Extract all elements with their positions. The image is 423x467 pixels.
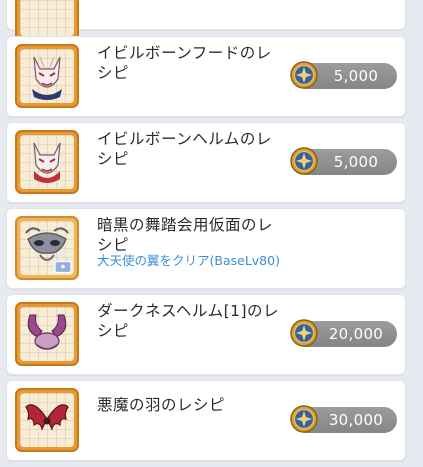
fox-mask-hood-icon [15, 44, 79, 108]
devil-wings-icon [15, 388, 79, 452]
zeny-coin-icon [290, 147, 318, 175]
recipe-card[interactable]: ダークネスヘルム[1]のレシピ 20,000 [6, 294, 406, 375]
price-badge: 30,000 [290, 405, 397, 433]
recipe-name: イビルボーンフードのレシピ [97, 44, 272, 82]
masquerade-mask-icon [15, 216, 79, 280]
zeny-coin-icon [290, 405, 318, 433]
price-value: 20,000 [328, 325, 384, 343]
recipe-card[interactable]: 悪魔の羽のレシピ 30,000 [6, 380, 406, 461]
lock-icon [54, 252, 72, 274]
recipe-name: ダークネスヘルム[1]のレシピ [97, 302, 280, 340]
price-value: 5,000 [333, 67, 379, 85]
recipe-list: イビルボーンフードのレシピ 5,000 イビルボーンヘルムのレシピ 5,000 … [0, 0, 423, 467]
recipe-name: 悪魔の羽のレシピ [97, 396, 226, 414]
fox-mask-helm-icon [15, 130, 79, 194]
recipe-card[interactable]: イビルボーンヘルムのレシピ 5,000 [6, 122, 406, 203]
recipe-card-locked[interactable]: 暗黒の舞踏会用仮面のレシピ 大天使の翼をクリア(BaseLv80) [6, 208, 406, 289]
zeny-coin-icon [290, 319, 318, 347]
unlock-condition: 大天使の翼をクリア(BaseLv80) [97, 253, 280, 268]
recipe-name: イビルボーンヘルムのレシピ [97, 130, 272, 168]
price-badge: 5,000 [290, 61, 397, 89]
winged-helm-icon [15, 302, 79, 366]
price-value: 30,000 [328, 411, 384, 429]
recipe-thumbnail [15, 0, 79, 41]
price-badge: 5,000 [290, 147, 397, 175]
recipe-card[interactable]: イビルボーンフードのレシピ 5,000 [6, 36, 406, 117]
recipe-name: 暗黒の舞踏会用仮面のレシピ [97, 216, 274, 254]
zeny-coin-icon [290, 61, 318, 89]
price-badge: 20,000 [290, 319, 397, 347]
price-value: 5,000 [333, 153, 379, 171]
recipe-card-partial[interactable] [6, 0, 406, 41]
